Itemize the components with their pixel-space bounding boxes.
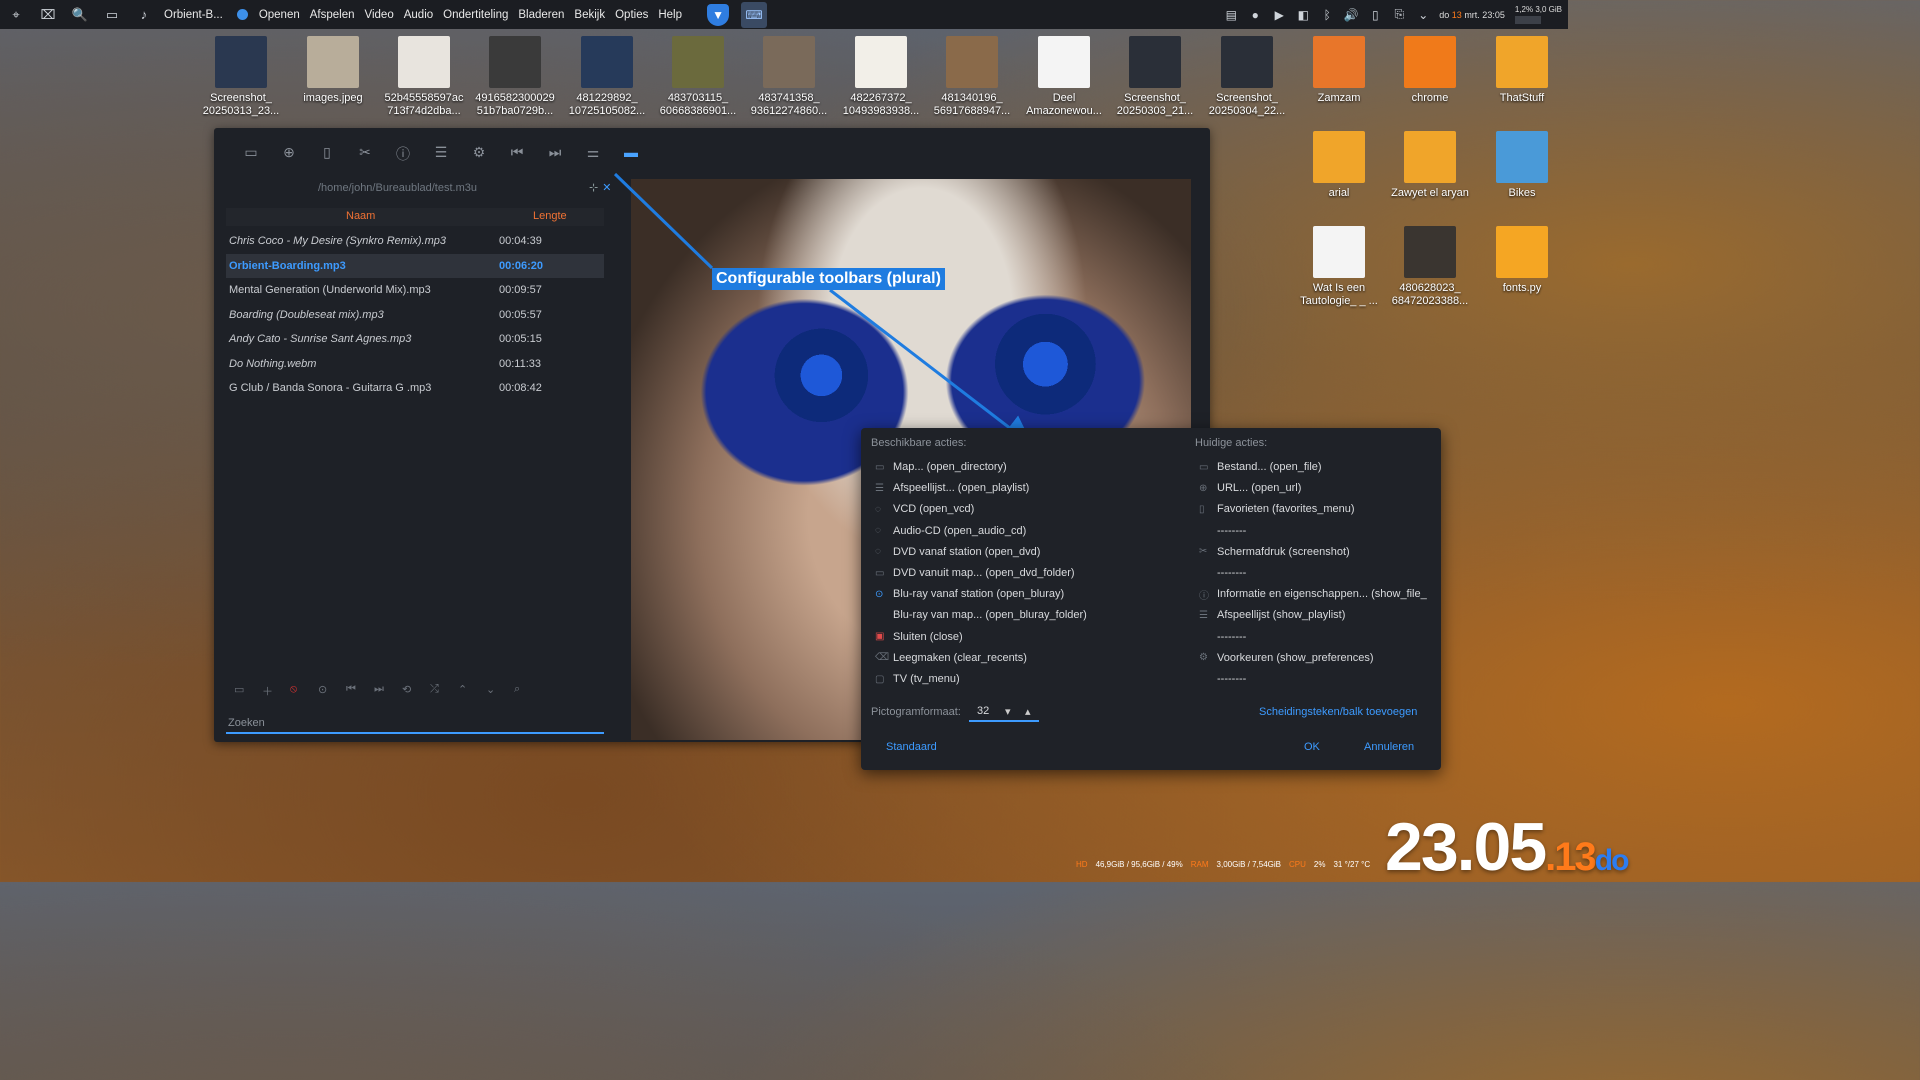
current-action-item[interactable]: ✂ Schermafdruk (screenshot): [1199, 543, 1350, 561]
available-action-item[interactable]: ☰ Afspeellijst... (open_playlist): [875, 479, 1029, 497]
cancel-button[interactable]: Annuleren: [1364, 741, 1414, 753]
hd-value: 46,9GiB / 95,6GiB / 49%: [1095, 860, 1183, 869]
icon-size-value: 32: [977, 705, 990, 717]
action-icon: ⚙: [1199, 652, 1208, 664]
separator-item[interactable]: --------: [1199, 670, 1246, 688]
action-icon: ◌: [875, 525, 881, 537]
available-action-item[interactable]: ◌ DVD vanaf station (open_dvd): [875, 543, 1040, 561]
action-icon: ⊕: [1199, 482, 1208, 494]
action-icon: ▯: [1199, 503, 1205, 515]
available-action-item[interactable]: ▭ DVD vanuit map... (open_dvd_folder): [875, 564, 1075, 582]
current-action-item[interactable]: ▯ Favorieten (favorites_menu): [1199, 500, 1355, 518]
action-label: Afspeellijst... (open_playlist): [893, 482, 1030, 495]
action-label: Afspeellijst (show_playlist): [1217, 609, 1346, 622]
current-action-item[interactable]: ⓘ Informatie en eigenschappen... (show_fi…: [1199, 585, 1427, 603]
action-label: Leegmaken (clear_recents): [893, 651, 1027, 664]
action-label: Audio-CD (open_audio_cd): [893, 524, 1027, 537]
action-icon: ◌: [875, 546, 881, 558]
system-stats-widget: HD 46,9GiB / 95,6GiB / 49% RAM 3,00GiB /…: [1076, 860, 1370, 869]
standard-button[interactable]: Standaard: [886, 741, 937, 753]
current-actions-label: Huidige acties:: [1195, 437, 1268, 449]
action-label: Informatie en eigenschappen... (show_fil…: [1217, 588, 1427, 601]
ram-label: RAM: [1190, 860, 1209, 869]
add-separator-button[interactable]: Scheidingsteken/balk toevoegen: [1259, 706, 1417, 718]
action-label: Schermafdruk (screenshot): [1217, 545, 1350, 558]
icon-size-label: Pictogramformaat:: [871, 706, 961, 718]
current-action-item[interactable]: ⚙ Voorkeuren (show_preferences): [1199, 649, 1374, 667]
date-main: 23.05: [1385, 809, 1547, 885]
available-action-item[interactable]: ◌ VCD (open_vcd): [875, 500, 974, 518]
icon-size-select[interactable]: 32 ▾ ▴: [969, 702, 1039, 722]
available-actions-label: Beschikbare acties:: [871, 437, 967, 449]
current-action-item[interactable]: ▭ Bestand... (open_file): [1199, 458, 1322, 476]
action-icon: ⌫: [875, 652, 890, 664]
action-label: --------: [1217, 567, 1247, 579]
ram-value: 3,00GiB / 7,54GiB: [1216, 860, 1281, 869]
date-weekday: do: [1594, 844, 1630, 877]
date-widget: 23.05.13do: [1385, 808, 1630, 886]
action-label: TV (tv_menu): [893, 673, 960, 685]
action-icon: ☰: [875, 482, 884, 494]
action-label: Sluiten (close): [893, 630, 963, 643]
available-action-item[interactable]: ⌫ Leegmaken (clear_recents): [875, 649, 1027, 667]
annotation-label: Configurable toolbars (plural): [712, 268, 945, 290]
chevron-up-icon[interactable]: ▴: [1025, 705, 1031, 718]
current-action-item[interactable]: ⊕ URL... (open_url): [1199, 479, 1301, 497]
action-label: --------: [1217, 524, 1247, 537]
available-action-item[interactable]: ⊙ Blu-ray vanaf station (open_bluray): [875, 585, 1064, 603]
action-label: URL... (open_url): [1217, 482, 1302, 495]
separator-item[interactable]: --------: [1199, 522, 1246, 540]
separator-item[interactable]: --------: [1199, 564, 1246, 582]
available-action-item[interactable]: ▣ Sluiten (close): [875, 628, 963, 646]
action-label: Favorieten (favorites_menu): [1217, 503, 1355, 516]
action-icon: ⊙: [875, 588, 884, 600]
toolbar-editor-dialog: Beschikbare acties: Huidige acties: ▭ Map…: [861, 428, 1441, 770]
current-action-item[interactable]: ☰ Afspeellijst (show_playlist): [1199, 606, 1345, 624]
action-label: DVD vanuit map... (open_dvd_folder): [893, 567, 1075, 579]
action-label: DVD vanaf station (open_dvd): [893, 545, 1041, 558]
cpu-value: 2%: [1313, 860, 1326, 869]
action-label: Map... (open_directory): [893, 461, 1007, 473]
arrow-to-toolbar: [613, 172, 714, 270]
ok-button[interactable]: OK: [1304, 741, 1320, 753]
date-day: .13: [1545, 835, 1597, 879]
action-icon: ▭: [875, 461, 885, 473]
action-label: VCD (open_vcd): [893, 503, 975, 516]
action-label: Blu-ray van map... (open_bluray_folder): [893, 609, 1087, 622]
available-action-item[interactable]: ◌ Audio-CD (open_audio_cd): [875, 522, 1026, 540]
action-icon: ▭: [875, 567, 885, 579]
action-icon: ✂: [1199, 546, 1208, 558]
temperature-value: 31 °/27 °C: [1333, 860, 1371, 869]
chevron-down-icon: ▾: [1005, 706, 1011, 718]
separator-item[interactable]: --------: [1199, 628, 1246, 646]
action-icon: ▣: [875, 631, 885, 643]
action-label: Voorkeuren (show_preferences): [1217, 651, 1374, 664]
hd-label: HD: [1076, 860, 1088, 869]
action-label: Bestand... (open_file): [1217, 461, 1322, 473]
available-action-item[interactable]: ▢ TV (tv_menu): [875, 670, 960, 688]
action-label: --------: [1217, 630, 1247, 643]
available-action-item[interactable]: ▭ Map... (open_directory): [875, 458, 1007, 476]
available-action-item[interactable]: Blu-ray van map... (open_bluray_folder): [875, 606, 1087, 624]
action-label: Blu-ray vanaf station (open_bluray): [893, 588, 1065, 601]
action-icon: ☰: [1199, 609, 1208, 621]
action-icon: ▭: [1199, 461, 1209, 473]
action-icon: ⓘ: [1199, 590, 1209, 602]
cpu-label: CPU: [1289, 860, 1306, 869]
arrow-to-dialog: [829, 288, 1033, 446]
action-label: --------: [1217, 673, 1247, 685]
action-icon: ◌: [875, 503, 881, 515]
action-icon: ▢: [875, 673, 885, 685]
